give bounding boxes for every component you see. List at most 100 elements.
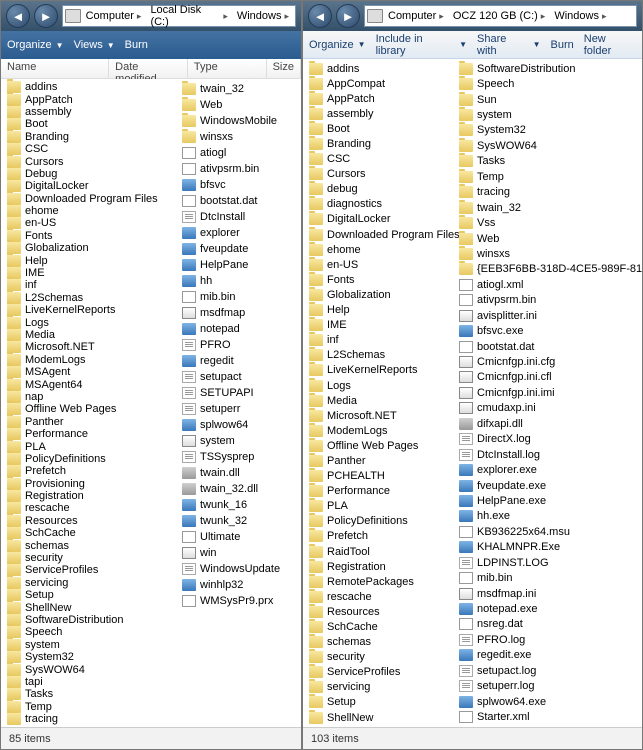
file-item[interactable]: Branding: [303, 136, 453, 151]
new-folder-button[interactable]: New folder: [584, 33, 636, 57]
file-item[interactable]: bootstat.dat: [453, 339, 642, 354]
file-item[interactable]: ModemLogs: [303, 423, 453, 438]
file-item[interactable]: tracing: [1, 713, 176, 725]
file-item[interactable]: LDPINST.LOG: [453, 555, 642, 570]
file-item[interactable]: Cmicnfgp.ini.imi: [453, 385, 642, 400]
include-library-button[interactable]: Include in library▼: [376, 33, 467, 57]
views-button[interactable]: Views▼: [74, 39, 115, 51]
file-item[interactable]: msdfmap: [176, 305, 286, 321]
file-item[interactable]: Boot: [1, 118, 176, 130]
file-item[interactable]: hh: [176, 273, 286, 289]
file-item[interactable]: Panther: [303, 453, 453, 468]
file-item[interactable]: ModemLogs: [1, 354, 176, 366]
file-item[interactable]: ativpsrm.bin: [176, 161, 286, 177]
file-item[interactable]: servicing: [1, 577, 176, 589]
file-item[interactable]: SETUPAPI: [176, 385, 286, 401]
file-item[interactable]: explorer.exe: [453, 462, 642, 477]
crumb-drive[interactable]: Local Disk (C:)▸: [146, 4, 231, 28]
file-item[interactable]: MSAgent: [1, 366, 176, 378]
file-item[interactable]: Web: [453, 231, 642, 246]
file-item[interactable]: setupact: [176, 369, 286, 385]
header-name[interactable]: Name: [1, 59, 109, 78]
file-item[interactable]: nap: [1, 391, 176, 403]
file-item[interactable]: HelpPane.exe: [453, 493, 642, 508]
organize-button[interactable]: Organize▼: [309, 39, 366, 51]
file-item[interactable]: Help: [1, 254, 176, 266]
share-button[interactable]: Share with▼: [477, 33, 541, 57]
file-item[interactable]: HelpPane: [176, 257, 286, 273]
file-item[interactable]: SchCache: [1, 527, 176, 539]
file-item[interactable]: notepad: [176, 321, 286, 337]
file-item[interactable]: Cursors: [303, 167, 453, 182]
file-item[interactable]: Debug: [1, 168, 176, 180]
file-item[interactable]: rescache: [1, 502, 176, 514]
file-item[interactable]: twain.dll: [176, 465, 286, 481]
file-item[interactable]: Offline Web Pages: [1, 403, 176, 415]
file-item[interactable]: Performance: [303, 484, 453, 499]
file-item[interactable]: SysWOW64: [453, 138, 642, 153]
file-item[interactable]: Globalization: [1, 242, 176, 254]
file-item[interactable]: twunk_16: [176, 497, 286, 513]
organize-button[interactable]: Organize▼: [7, 39, 64, 51]
file-item[interactable]: splwow64.exe: [453, 694, 642, 709]
file-item[interactable]: Microsoft.NET: [303, 408, 453, 423]
file-item[interactable]: System32: [453, 123, 642, 138]
file-item[interactable]: explorer: [176, 225, 286, 241]
file-item[interactable]: DirectX.log: [453, 432, 642, 447]
file-item[interactable]: difxapi.dll: [453, 416, 642, 431]
file-item[interactable]: SoftwareDistribution: [453, 61, 642, 76]
file-item[interactable]: notepad.exe: [453, 601, 642, 616]
file-item[interactable]: IME: [1, 267, 176, 279]
file-item[interactable]: ehome: [1, 205, 176, 217]
crumb-folder[interactable]: Windows▸: [550, 10, 610, 22]
file-item[interactable]: AppPatch: [1, 93, 176, 105]
file-item[interactable]: Vss: [453, 215, 642, 230]
file-item[interactable]: Ultimate: [176, 529, 286, 545]
file-item[interactable]: msdfmap.ini: [453, 586, 642, 601]
file-item[interactable]: system: [453, 107, 642, 122]
file-item[interactable]: en-US: [1, 217, 176, 229]
file-item[interactable]: L2Schemas: [303, 348, 453, 363]
file-item[interactable]: KB936225x64.msu: [453, 524, 642, 539]
header-size[interactable]: Size: [267, 59, 301, 78]
file-item[interactable]: AppPatch: [303, 91, 453, 106]
file-item[interactable]: setupact.log: [453, 663, 642, 678]
file-item[interactable]: Downloaded Program Files: [1, 193, 176, 205]
file-item[interactable]: avisplitter.ini: [453, 308, 642, 323]
file-item[interactable]: CSC: [303, 152, 453, 167]
back-button[interactable]: ◄: [6, 4, 30, 28]
file-item[interactable]: PLA: [1, 440, 176, 452]
file-item[interactable]: KHALMNPR.Exe: [453, 540, 642, 555]
file-item[interactable]: L2Schemas: [1, 292, 176, 304]
file-item[interactable]: PolicyDefinitions: [303, 514, 453, 529]
file-item[interactable]: nsreg.dat: [453, 617, 642, 632]
crumb-drive[interactable]: OCZ 120 GB (C:)▸: [449, 10, 550, 22]
file-item[interactable]: SchCache: [303, 619, 453, 634]
file-item[interactable]: system: [176, 433, 286, 449]
file-item[interactable]: Tasks: [1, 688, 176, 700]
file-item[interactable]: Setup: [303, 695, 453, 710]
file-item[interactable]: tapi: [1, 676, 176, 688]
file-item[interactable]: ehome: [303, 242, 453, 257]
burn-button[interactable]: Burn: [551, 39, 574, 51]
file-item[interactable]: system: [1, 639, 176, 651]
burn-button[interactable]: Burn: [125, 39, 148, 51]
file-item[interactable]: Media: [303, 393, 453, 408]
file-item[interactable]: Temp: [453, 169, 642, 184]
file-item[interactable]: Registration: [303, 559, 453, 574]
file-item[interactable]: Panther: [1, 416, 176, 428]
file-item[interactable]: Media: [1, 329, 176, 341]
file-item[interactable]: Tasks: [453, 154, 642, 169]
file-item[interactable]: LiveKernelReports: [1, 304, 176, 316]
file-item[interactable]: ServiceProfiles: [303, 665, 453, 680]
file-item[interactable]: Offline Web Pages: [303, 438, 453, 453]
file-item[interactable]: PFRO.log: [453, 632, 642, 647]
file-item[interactable]: DtcInstall: [176, 209, 286, 225]
file-item[interactable]: debug: [303, 182, 453, 197]
file-item[interactable]: mib.bin: [453, 570, 642, 585]
file-item[interactable]: atiogl.xml: [453, 277, 642, 292]
file-item[interactable]: win: [176, 545, 286, 561]
back-button[interactable]: ◄: [308, 4, 332, 28]
file-item[interactable]: ShellNew: [1, 601, 176, 613]
forward-button[interactable]: ►: [336, 4, 360, 28]
